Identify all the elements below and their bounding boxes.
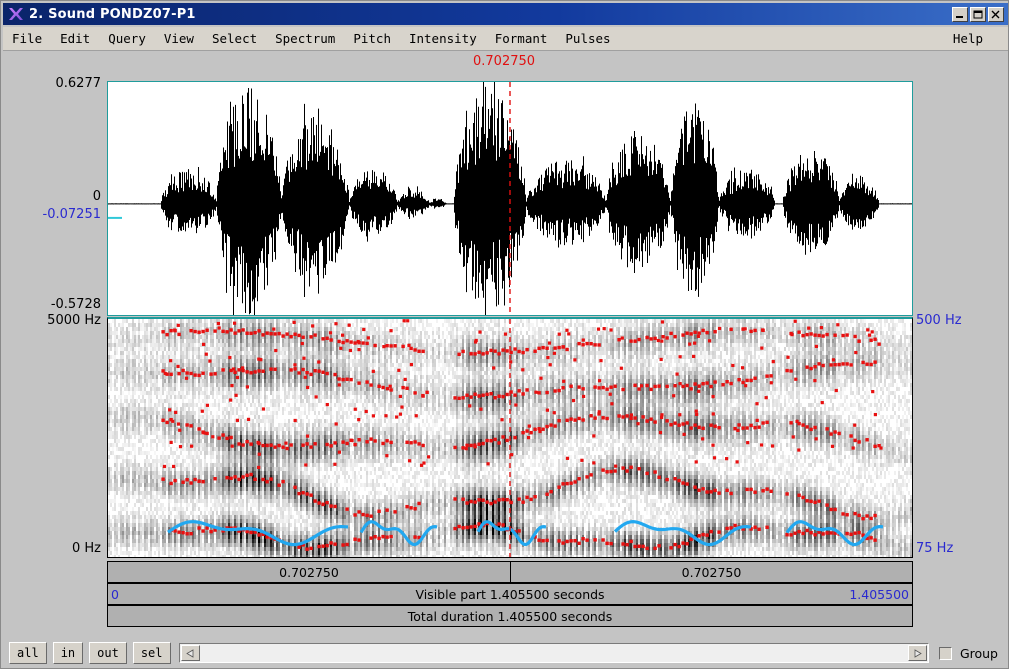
group-checkbox[interactable] bbox=[938, 646, 952, 660]
menu-formant[interactable]: Formant bbox=[486, 29, 557, 48]
title-bar: 2. Sound PONDZ07-P1 bbox=[3, 3, 1008, 25]
spectrogram-freq-min-label: 0 Hz bbox=[23, 541, 101, 556]
total-duration-bar[interactable]: Total duration 1.405500 seconds bbox=[107, 605, 913, 627]
menu-help[interactable]: Help bbox=[944, 29, 992, 48]
visible-part-bar[interactable]: 0 Visible part 1.405500 seconds 1.405500 bbox=[107, 583, 913, 605]
scroll-right-icon[interactable] bbox=[907, 645, 927, 661]
close-button[interactable] bbox=[988, 6, 1004, 22]
editor-canvas: 0.702750 0.6277 0 -0.07251 -0.5728 5000 … bbox=[3, 52, 1008, 636]
menu-select[interactable]: Select bbox=[203, 29, 266, 48]
waveform-max-label: 0.6277 bbox=[43, 76, 102, 91]
menu-edit[interactable]: Edit bbox=[51, 29, 99, 48]
zoom-sel-button[interactable]: sel bbox=[132, 642, 171, 664]
praat-sound-editor-window: 2. Sound PONDZ07-P1 File Edit Query View… bbox=[0, 0, 1009, 669]
visible-center-label: Visible part 1.405500 seconds bbox=[108, 584, 912, 604]
window-title: 2. Sound PONDZ07-P1 bbox=[29, 7, 196, 22]
waveform-plot bbox=[108, 82, 912, 315]
total-duration-label: Total duration 1.405500 seconds bbox=[108, 606, 912, 626]
zoom-in-button[interactable]: in bbox=[52, 642, 84, 664]
pitch-min-label: 75 Hz bbox=[916, 541, 953, 556]
group-label: Group bbox=[960, 646, 998, 661]
selection-bar[interactable]: 0.702750 0.702750 bbox=[107, 561, 913, 583]
window-controls bbox=[952, 6, 1004, 22]
selection-left-label: 0.702750 bbox=[108, 562, 510, 582]
waveform-zero-label: 0 bbox=[43, 189, 101, 204]
menu-spectrum[interactable]: Spectrum bbox=[266, 29, 344, 48]
zoom-out-button[interactable]: out bbox=[89, 642, 127, 664]
visible-end-label: 1.405500 bbox=[849, 584, 909, 604]
menu-bar: File Edit Query View Select Spectrum Pit… bbox=[3, 27, 1008, 51]
x-logo-icon bbox=[7, 6, 25, 22]
scroll-left-icon[interactable] bbox=[180, 645, 200, 661]
menu-intensity[interactable]: Intensity bbox=[400, 29, 486, 48]
waveform-cursor-value-label: -0.07251 bbox=[3, 207, 101, 222]
menu-file[interactable]: File bbox=[3, 29, 51, 48]
bottom-toolbar: all in out sel Group bbox=[3, 638, 1008, 668]
zoom-all-button[interactable]: all bbox=[9, 642, 47, 664]
spectrogram-plot bbox=[108, 319, 912, 557]
menu-pulses[interactable]: Pulses bbox=[556, 29, 619, 48]
spectrogram-panel[interactable] bbox=[107, 317, 913, 558]
maximize-button[interactable] bbox=[970, 6, 986, 22]
cursor-time-label: 0.702750 bbox=[473, 54, 535, 69]
waveform-min-label: -0.5728 bbox=[43, 297, 101, 312]
selection-right-label: 0.702750 bbox=[511, 562, 912, 582]
horizontal-scrollbar[interactable] bbox=[178, 643, 929, 663]
menu-view[interactable]: View bbox=[155, 29, 203, 48]
spectrogram-freq-max-label: 5000 Hz bbox=[23, 313, 101, 328]
menu-pitch[interactable]: Pitch bbox=[344, 29, 400, 48]
menu-query[interactable]: Query bbox=[99, 29, 155, 48]
waveform-panel[interactable] bbox=[107, 81, 913, 316]
minimize-button[interactable] bbox=[952, 6, 968, 22]
pitch-max-label: 500 Hz bbox=[916, 313, 962, 328]
